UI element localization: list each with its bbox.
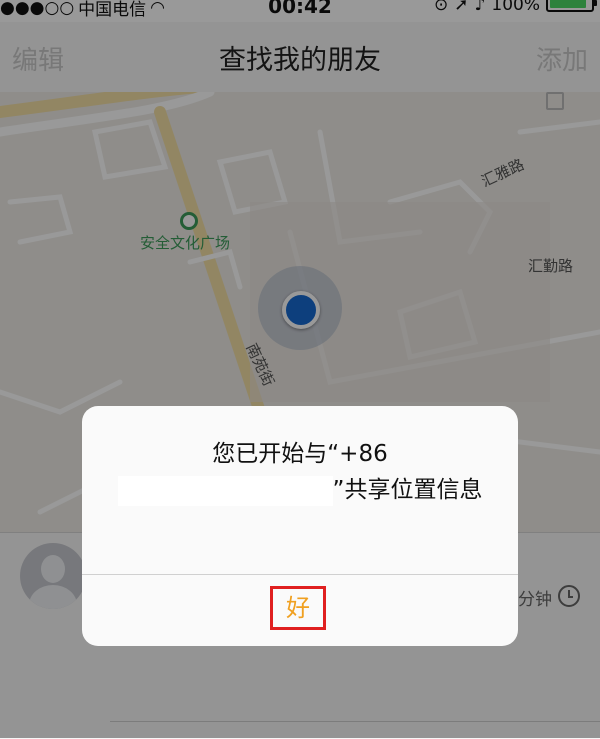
- ok-button[interactable]: 好: [270, 586, 326, 630]
- alert-message-line1: 您已开始与“+86: [212, 441, 388, 467]
- share-location-alert: 您已开始与“+86 ”共享位置信息 好: [82, 406, 518, 646]
- alert-message-line2: ”共享位置信息: [332, 477, 483, 503]
- alert-message: 您已开始与“+86 ”共享位置信息: [106, 436, 494, 508]
- redacted-phone-number: [117, 475, 333, 506]
- alert-divider: [82, 574, 518, 575]
